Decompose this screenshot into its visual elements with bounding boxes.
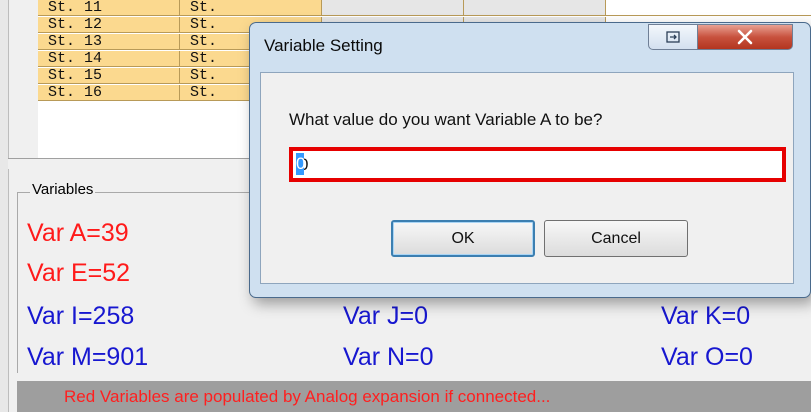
cancel-button[interactable]: Cancel [544, 220, 688, 257]
var-k: Var K=0 [661, 302, 751, 330]
variables-legend: Variables [30, 181, 96, 198]
station-cell[interactable]: St. 13 [38, 34, 180, 50]
var-e: Var E=52 [27, 259, 131, 287]
variable-setting-dialog: Variable Setting What value do you want … [249, 22, 811, 298]
restore-button[interactable] [648, 24, 698, 50]
dialog-prompt: What value do you want Variable A to be? [289, 110, 603, 129]
variable-value-input[interactable] [289, 147, 786, 182]
station-cell[interactable]: St. 14 [38, 51, 180, 67]
station-cell[interactable]: St. 11 [38, 0, 180, 16]
station-cell[interactable]: St. [180, 0, 322, 16]
var-o: Var O=0 [661, 343, 753, 371]
left-edge [0, 0, 9, 412]
input-selected-text: 0 [296, 154, 306, 173]
var-j: Var J=0 [343, 302, 428, 330]
var-i: Var I=258 [27, 302, 135, 330]
station-cell[interactable] [322, 0, 464, 16]
station-cell[interactable]: St. 16 [38, 85, 180, 101]
station-cell[interactable]: St. 12 [38, 17, 180, 33]
footer-note: Red Variables are populated by Analog ex… [17, 381, 811, 412]
station-cell[interactable] [464, 0, 606, 16]
station-cell[interactable] [606, 0, 811, 16]
dialog-client: What value do you want Variable A to be?… [260, 72, 794, 284]
ok-button[interactable]: OK [391, 220, 535, 257]
close-button[interactable] [697, 24, 793, 50]
var-n: Var N=0 [343, 343, 434, 371]
var-a: Var A=39 [27, 219, 129, 247]
station-row: St. 11 St. [38, 0, 811, 17]
station-cell[interactable]: St. 15 [38, 68, 180, 84]
dialog-title: Variable Setting [264, 36, 383, 55]
var-m: Var M=901 [27, 343, 149, 371]
